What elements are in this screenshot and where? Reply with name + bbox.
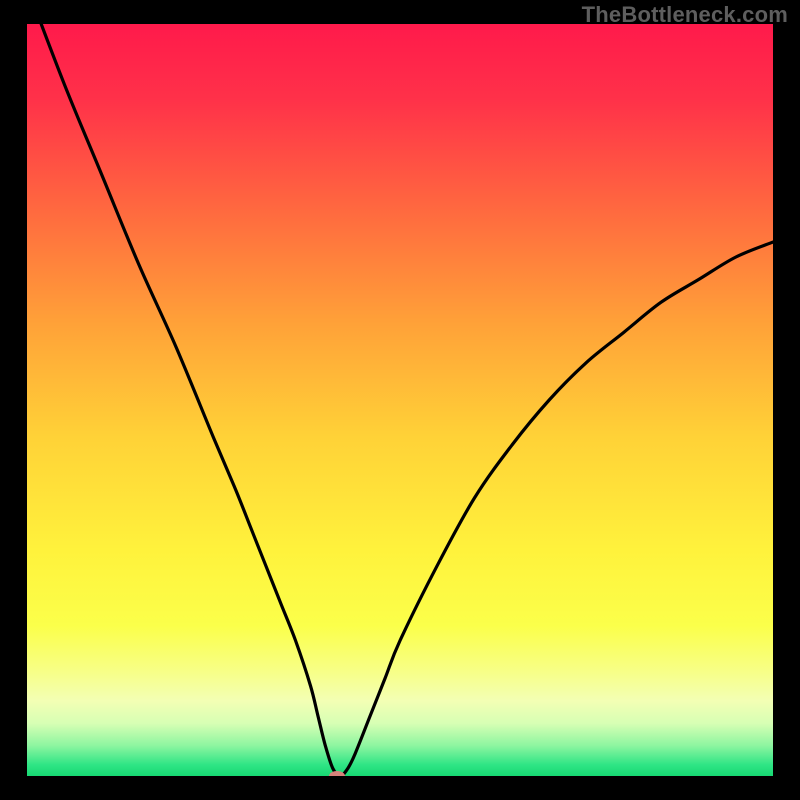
optimal-marker: [329, 771, 345, 776]
chart-frame: TheBottleneck.com: [0, 0, 800, 800]
watermark-text: TheBottleneck.com: [582, 2, 788, 28]
plot-area: [27, 24, 773, 776]
background-gradient: [27, 24, 773, 776]
